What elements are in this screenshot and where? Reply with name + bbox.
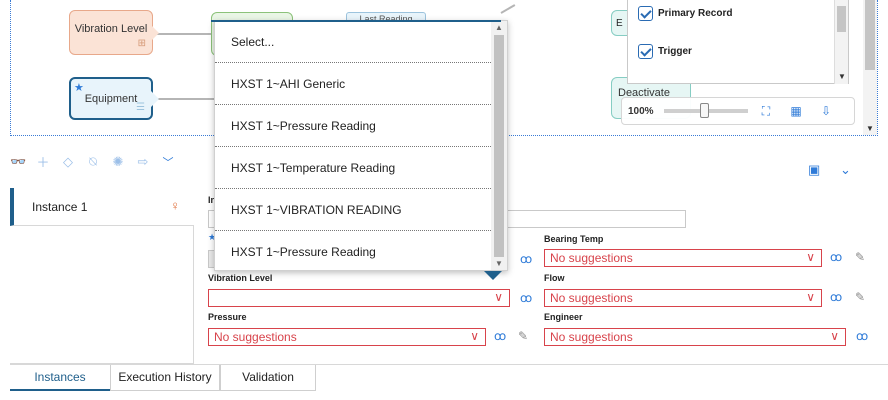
fit-screen-icon[interactable]: ⛶ — [754, 104, 778, 119]
pressure-select[interactable]: No suggestions ∨ — [208, 328, 486, 346]
pencil-icon[interactable]: ✎ — [518, 329, 528, 343]
add-icon[interactable]: ＋ — [35, 152, 51, 171]
checkbox-label: Primary Record — [658, 7, 733, 19]
dropdown-option[interactable]: HXST 1~AHI Generic — [215, 63, 491, 105]
zoom-level: 100% — [628, 105, 654, 117]
dropdown-option[interactable]: HXST 1~Pressure Reading — [215, 231, 491, 273]
connector-line — [157, 33, 211, 35]
node-label: Vibration Level — [74, 23, 148, 35]
dropdown-pointer-icon — [484, 271, 502, 280]
scrollbar-thumb[interactable] — [837, 6, 846, 32]
node-vibration-level[interactable]: Vibration Level ⊞ — [69, 10, 159, 55]
zoom-toolbar: 100% ⛶ ▦ ⇩ — [621, 97, 855, 125]
dropdown-option[interactable]: HXST 1~VIBRATION READING — [215, 189, 491, 231]
binoculars-icon[interactable]: ꚙ — [830, 250, 842, 264]
zoom-slider-handle[interactable] — [700, 103, 709, 118]
trigger-checkbox-panel: Primary Record Trigger ▼ — [627, 0, 849, 84]
pencil-icon[interactable]: ✎ — [855, 250, 865, 264]
bearing-temp-select[interactable]: No suggestions ∨ — [544, 249, 822, 267]
select-value: No suggestions — [550, 291, 633, 305]
scroll-down-icon[interactable]: ▼ — [838, 72, 846, 81]
collapse-chevron-icon[interactable]: ⌄ — [840, 162, 851, 178]
scroll-down-icon[interactable]: ▼ — [866, 124, 874, 133]
checkbox-primary-record[interactable]: Primary Record — [638, 4, 732, 22]
binoculars-icon[interactable]: 👓 — [10, 154, 26, 170]
download-icon[interactable]: ⇩ — [814, 104, 838, 118]
shape-icon[interactable]: ◇ — [60, 154, 76, 170]
binoculars-icon[interactable]: ꚙ — [520, 291, 532, 305]
instances-list: Instance 1 ♀ — [10, 188, 194, 364]
select-value: No suggestions — [550, 251, 633, 265]
lightbulb-icon[interactable]: ✺ — [110, 154, 126, 170]
binoculars-icon[interactable]: ꚙ — [856, 329, 868, 343]
binoculars-icon[interactable]: ꚙ — [830, 290, 842, 304]
dropdown-option[interactable]: HXST 1~Temperature Reading — [215, 147, 491, 189]
zoom-slider[interactable] — [664, 103, 748, 118]
canvas-scrollbar[interactable]: ▼ — [863, 0, 877, 135]
dropdown-option[interactable]: HXST 1~Pressure Reading — [215, 105, 491, 147]
chevron-down-icon[interactable]: ∨ — [470, 329, 479, 344]
dropdown-menu: Select... HXST 1~AHI Generic HXST 1~Pres… — [214, 20, 508, 271]
scroll-up-icon[interactable]: ▲ — [495, 23, 503, 32]
scrollbar-thumb[interactable] — [494, 35, 504, 257]
chevron-down-icon[interactable]: ﹀ — [160, 154, 176, 170]
export-icon[interactable]: ⇨ — [135, 154, 151, 170]
field-label: Bearing Temp — [544, 234, 604, 244]
connector-line — [157, 98, 217, 100]
chevron-down-icon[interactable]: ∨ — [806, 250, 815, 265]
dropdown-option[interactable]: Select... — [215, 21, 491, 63]
grid-icon: ⊞ — [137, 38, 146, 49]
panel-layout-icon[interactable]: ▣ — [808, 162, 820, 178]
vibration-level-select[interactable]: ∨ — [208, 289, 510, 307]
checkbox-checked-icon[interactable] — [638, 43, 653, 59]
tab-execution-history[interactable]: Execution History — [110, 365, 220, 391]
connector-line — [500, 4, 516, 14]
field-label: Pressure — [208, 312, 247, 322]
unlink-icon[interactable]: ⍉ — [85, 154, 101, 170]
flow-select[interactable]: No suggestions ∨ — [544, 289, 822, 307]
engineer-select[interactable]: No suggestions ∨ — [544, 328, 846, 346]
dropdown-scrollbar[interactable]: ▲ ▼ — [491, 21, 507, 270]
instance-toolbar: 👓 ＋ ◇ ⍉ ✺ ⇨ ﹀ — [10, 152, 176, 171]
checkbox-label: Trigger — [658, 45, 692, 57]
tab-validation[interactable]: Validation — [220, 365, 316, 391]
select-value: No suggestions — [550, 330, 633, 344]
node-equipment[interactable]: ★ Equipment ☰ — [69, 77, 159, 120]
scroll-down-icon[interactable]: ▼ — [495, 259, 503, 268]
chevron-down-icon[interactable]: ∨ — [806, 290, 815, 305]
star-icon: ★ — [74, 82, 84, 94]
binoculars-icon[interactable]: ꚙ — [520, 252, 532, 266]
bottom-tabs: Instances Execution History Validation — [10, 365, 316, 391]
scrollbar-thumb[interactable] — [865, 0, 875, 70]
instance-label: Instance 1 — [32, 200, 88, 214]
chevron-down-icon[interactable]: ∨ — [494, 290, 503, 305]
app-root: Vibration Level ⊞ ★ Equipment ☰ Last Rea… — [0, 0, 888, 400]
lightbulb-icon[interactable]: ♀ — [170, 198, 180, 213]
checkbox-checked-icon[interactable] — [638, 5, 653, 21]
field-label: Flow — [544, 273, 565, 283]
panel-scrollbar[interactable]: ▼ — [834, 0, 848, 84]
pencil-icon[interactable]: ✎ — [855, 290, 865, 304]
list-item[interactable]: Instance 1 ♀ — [10, 188, 194, 226]
chevron-down-icon[interactable]: ∨ — [830, 329, 839, 344]
list-icon: ☰ — [136, 102, 145, 113]
checkbox-trigger[interactable]: Trigger — [638, 42, 692, 60]
node-label: Equipment — [84, 93, 138, 105]
select-value: No suggestions — [214, 330, 297, 344]
binoculars-icon[interactable]: ꚙ — [494, 329, 506, 343]
grid-view-icon[interactable]: ▦ — [784, 104, 808, 118]
field-label: Vibration Level — [208, 273, 273, 283]
dropdown-top-border — [211, 20, 501, 22]
tab-instances[interactable]: Instances — [10, 365, 110, 391]
field-label: Engineer — [544, 312, 583, 322]
